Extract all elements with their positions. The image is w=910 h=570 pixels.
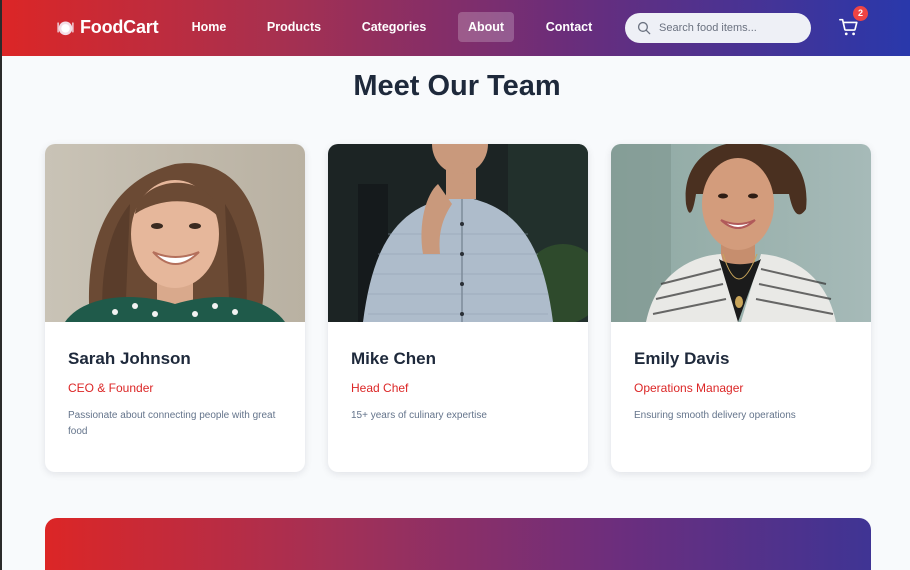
member-name: Sarah Johnson (68, 349, 191, 368)
team-card-mike: Mike Chen Head Chef 15+ years of culinar… (328, 144, 588, 472)
member-role: CEO & Founder (68, 381, 154, 395)
search-input[interactable] (659, 22, 799, 34)
nav-link-home[interactable]: Home (185, 12, 233, 42)
team-card-sarah: Sarah Johnson CEO & Founder Passionate a… (45, 144, 305, 472)
team-card-emily: Emily Davis Operations Manager Ensuring … (611, 144, 871, 472)
member-name: Mike Chen (351, 349, 437, 368)
plate-icon (57, 21, 74, 36)
nav-link-about[interactable]: About (458, 12, 514, 42)
cta-banner (45, 518, 871, 570)
member-role: Operations Manager (634, 381, 744, 395)
nav-link-categories[interactable]: Categories (356, 12, 432, 42)
team-photo-sarah (45, 144, 305, 322)
cart-count-badge: 2 (853, 6, 868, 21)
team-photo-mike (328, 144, 588, 322)
member-role: Head Chef (351, 381, 409, 395)
member-bio: 15+ years of culinary expertise (351, 410, 487, 421)
top-navbar: FoodCart Home Products Categories About … (0, 0, 910, 56)
nav-link-products[interactable]: Products (262, 12, 326, 42)
member-bio: Ensuring smooth delivery operations (634, 410, 796, 421)
window-edge (0, 0, 2, 570)
member-name: Emily Davis (634, 349, 730, 368)
brand-name: FoodCart (80, 17, 159, 37)
brand-logo[interactable]: FoodCart (57, 17, 159, 38)
search-box[interactable] (625, 13, 811, 43)
team-photo-emily (611, 144, 871, 322)
search-icon (637, 21, 651, 35)
member-bio: Passionate about connecting people with … (68, 410, 276, 437)
nav-link-contact[interactable]: Contact (540, 12, 598, 42)
page-title: Meet Our Team (353, 70, 561, 102)
